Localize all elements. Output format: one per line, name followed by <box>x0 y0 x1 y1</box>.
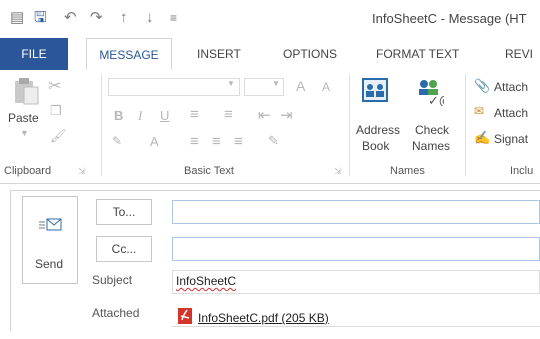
window-title: InfoSheetC - Message (HT <box>372 11 527 26</box>
paperclip-icon: 📎 <box>474 78 491 93</box>
title-bar: ▤ 🖫 ↶ ↷ ↑ ↓ ≡ InfoSheetC - Message (HT <box>0 0 540 38</box>
clipboard-group-label: Clipboard <box>4 165 52 177</box>
down-arrow-icon[interactable]: ↓ <box>146 8 154 28</box>
ribbon: Paste ▼ ✂ ❐ 🖌 Clipboard ⇲ ▼ ▼ A A B I U … <box>0 70 540 184</box>
group-divider <box>101 74 102 176</box>
tab-file[interactable]: FILE <box>0 38 68 70</box>
ribbon-tabs: FILE MESSAGE INSERT OPTIONS FORMAT TEXT … <box>0 38 540 71</box>
attach-file-button[interactable]: Attach <box>494 80 528 94</box>
paste-dropdown-icon: ▼ <box>20 128 29 138</box>
redo-icon[interactable]: ↷ <box>90 8 103 28</box>
undo-icon[interactable]: ↶ <box>64 8 77 28</box>
attach-item-button[interactable]: Attach <box>494 106 528 120</box>
bullets-icon[interactable]: ≡ <box>190 106 199 123</box>
paste-label: Paste <box>8 111 39 125</box>
cc-button[interactable]: Cc... <box>96 236 152 262</box>
include-group-label: Inclu <box>510 165 534 177</box>
increase-indent-icon[interactable]: ⇥ <box>280 106 293 124</box>
tab-format-text[interactable]: FORMAT TEXT <box>376 38 459 70</box>
app-menu-icon[interactable]: ▤ <box>10 8 24 28</box>
check-names-icon: ✓@ <box>419 80 444 106</box>
decrease-indent-icon[interactable]: ⇤ <box>258 106 271 124</box>
basic-text-launcher-icon[interactable]: ⇲ <box>334 166 342 177</box>
attachment-link[interactable]: InfoSheetC.pdf (205 KB) <box>198 311 329 325</box>
names-group-label: Names <box>390 165 425 177</box>
subject-value: InfoSheetC <box>176 274 237 288</box>
font-color-icon[interactable]: A <box>150 134 159 149</box>
svg-text:✓@: ✓@ <box>428 94 444 106</box>
align-right-icon[interactable]: ≡ <box>234 133 243 150</box>
cc-field[interactable] <box>172 237 540 261</box>
send-icon <box>39 218 62 231</box>
bold-button[interactable]: B <box>114 108 123 123</box>
to-field[interactable] <box>172 200 540 224</box>
italic-button[interactable]: I <box>138 108 142 124</box>
attach-item-icon: ✉ <box>474 104 485 118</box>
shrink-font-icon[interactable]: A <box>322 80 330 94</box>
tab-insert[interactable]: INSERT <box>197 38 241 70</box>
cut-icon[interactable]: ✂ <box>48 76 61 96</box>
copy-icon[interactable]: ❐ <box>50 103 62 119</box>
send-label: Send <box>35 257 64 271</box>
group-divider <box>465 74 466 176</box>
tab-message[interactable]: MESSAGE <box>86 38 172 70</box>
align-left-icon[interactable]: ≡ <box>190 133 199 150</box>
underline-button[interactable]: U <box>160 108 169 123</box>
tab-review[interactable]: REVI <box>505 38 533 70</box>
signature-button[interactable]: Signat <box>494 132 528 146</box>
format-painter-icon[interactable]: 🖌 <box>50 128 67 144</box>
basic-text-group-label: Basic Text <box>184 165 234 177</box>
check-names-label-2: Names <box>412 139 451 153</box>
send-button[interactable]: Send <box>22 196 78 284</box>
grow-font-icon[interactable]: A <box>296 78 305 94</box>
tab-options[interactable]: OPTIONS <box>283 38 337 70</box>
clear-formatting-icon[interactable]: ✎ <box>268 133 279 149</box>
address-book-icon <box>362 78 388 102</box>
pdf-icon <box>178 308 192 324</box>
check-names-label-1: Check <box>415 123 450 137</box>
chevron-down-icon: ▼ <box>227 79 235 88</box>
chevron-down-icon: ▼ <box>272 79 280 88</box>
numbering-icon[interactable]: ≡ <box>224 106 233 123</box>
align-center-icon[interactable]: ≡ <box>212 133 221 150</box>
attached-label: Attached <box>92 306 140 320</box>
clipboard-launcher-icon[interactable]: ⇲ <box>78 166 86 177</box>
address-book-label-2: Book <box>362 139 390 153</box>
highlight-icon[interactable]: ✎ <box>112 134 122 148</box>
save-icon[interactable]: 🖫 <box>34 8 47 28</box>
font-name-combo[interactable] <box>108 78 240 96</box>
up-arrow-icon[interactable]: ↑ <box>120 8 128 28</box>
group-divider <box>349 74 350 176</box>
customize-toolbar-icon[interactable]: ≡ <box>170 8 177 28</box>
address-book-label-1: Address <box>356 123 401 137</box>
paste-icon <box>15 78 39 105</box>
subject-label: Subject <box>92 273 133 287</box>
to-button[interactable]: To... <box>96 199 152 225</box>
signature-icon: ✍ <box>474 130 491 145</box>
